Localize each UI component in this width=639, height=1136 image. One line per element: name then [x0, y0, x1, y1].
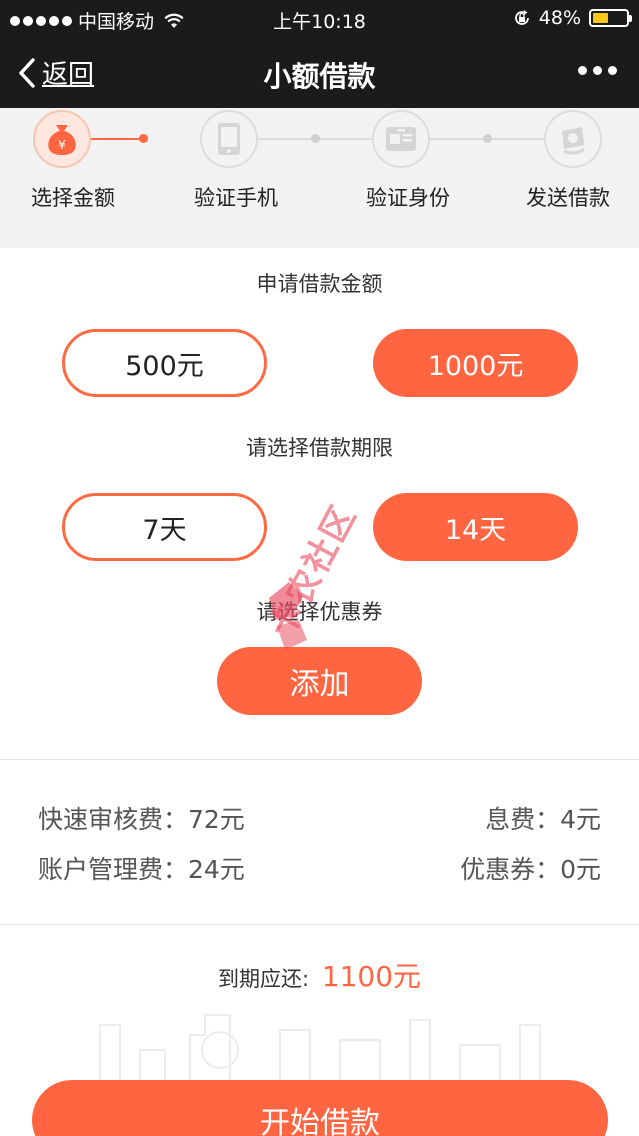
status-right: 48%: [513, 7, 632, 29]
interest-fee: 息费：4元: [485, 805, 601, 834]
more-dot-icon: [608, 66, 617, 75]
account-fee: 账户管理费：24元: [38, 855, 245, 884]
step-2-circle: [200, 110, 258, 168]
more-dot-icon: [578, 66, 587, 75]
start-loan-button[interactable]: 开始借款: [32, 1080, 608, 1136]
step-connector-dot: [311, 134, 320, 143]
svg-text:¥: ¥: [58, 138, 66, 152]
step-label: 验证身份: [366, 186, 450, 210]
due-amount: 1100元: [321, 960, 422, 993]
term-title: 请选择借款期限: [246, 436, 393, 460]
divider: [0, 924, 639, 925]
amount-option-500[interactable]: 500元: [62, 329, 267, 397]
step-label: 发送借款: [526, 186, 610, 210]
nav-bar: 返回 小额借款: [0, 36, 639, 108]
battery-icon: [589, 9, 632, 27]
coupon-value: 优惠券：0元: [460, 855, 601, 884]
page-title: 小额借款: [263, 60, 376, 93]
step-3-circle: [372, 110, 430, 168]
send-money-icon: [562, 127, 585, 155]
step-connector: [91, 138, 143, 140]
money-bag-icon: ¥: [48, 125, 76, 155]
more-dot-icon: [593, 66, 602, 75]
step-connector-dot: [483, 134, 492, 143]
step-connector-dot: [139, 134, 148, 143]
step-4-circle: [544, 110, 602, 168]
step-1-circle: ¥: [33, 110, 91, 168]
status-bar: 中国移动 上午10:18 48%: [0, 0, 639, 36]
due-summary: 到期应还: 1100元: [0, 955, 639, 995]
step-label: 选择金额: [31, 186, 115, 210]
divider: [0, 759, 639, 760]
amount-title: 申请借款金额: [256, 272, 383, 296]
more-menu-button[interactable]: [578, 66, 617, 75]
city-illustration: [99, 1014, 541, 1085]
term-option-7[interactable]: 7天: [62, 493, 267, 561]
step-label: 验证手机: [194, 186, 278, 210]
rotation-lock-icon: [514, 10, 529, 25]
progress-steps: ¥ 选择金额 验证手机 验证身份 发送借款: [0, 108, 639, 248]
id-card-icon: [386, 127, 416, 151]
term-option-14[interactable]: 14天: [373, 493, 578, 561]
phone-icon: [218, 123, 240, 155]
review-fee: 快速审核费：72元: [38, 805, 245, 834]
due-label: 到期应还:: [217, 967, 310, 991]
amount-option-1000[interactable]: 1000元: [373, 329, 578, 397]
battery-percent: 48%: [538, 7, 581, 29]
